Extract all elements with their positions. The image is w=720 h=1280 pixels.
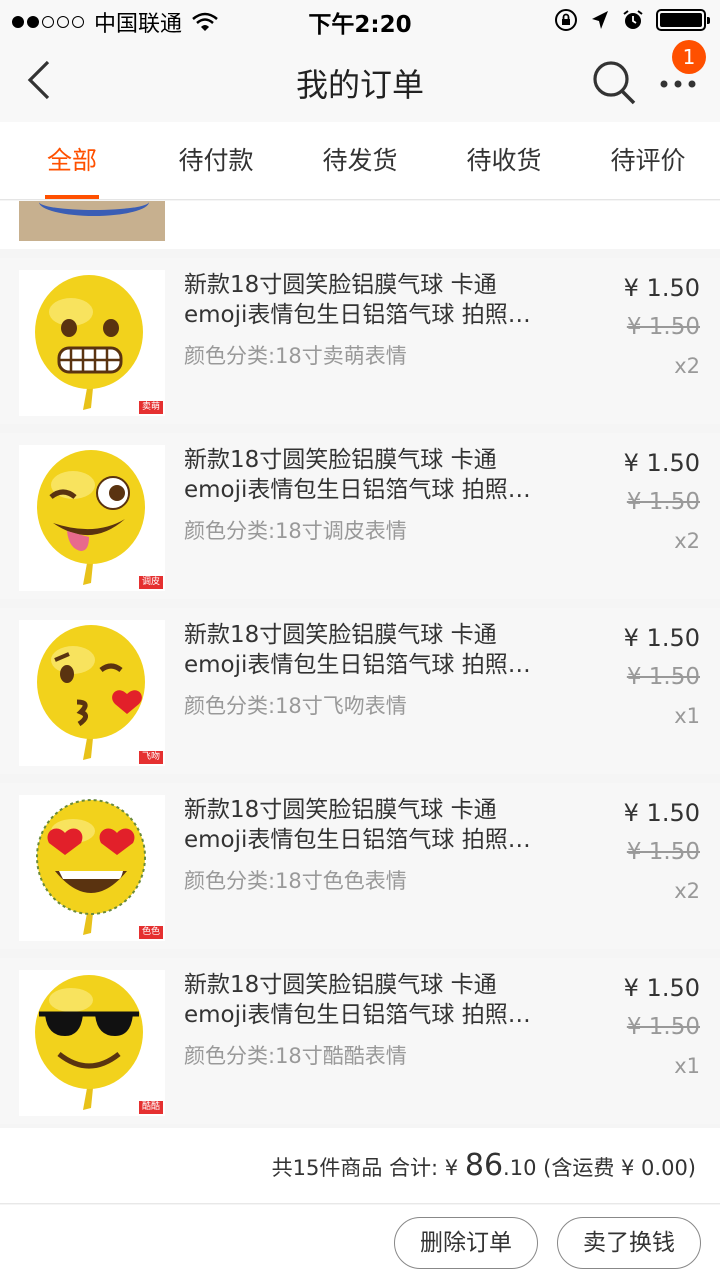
alarm-icon (623, 10, 643, 29)
list-item[interactable]: 飞吻 新款18寸圆笑脸铝膜气球 卡通 emoji表情包生日铝箔气球 拍照… 颜色… (0, 608, 720, 774)
product-price: ¥ 1.50 (623, 624, 700, 652)
product-title[interactable]: 新款18寸圆笑脸铝膜气球 卡通 emoji表情包生日铝箔气球 拍照… (184, 970, 574, 1030)
original-price: ¥ 1.50 (626, 839, 700, 865)
variant-tag: 飞吻 (138, 751, 163, 764)
status-bar: 中国联通 下午2:20 (0, 0, 720, 40)
delete-order-button[interactable]: 删除订单 (394, 1217, 538, 1269)
variant-tag: 酷酷 (138, 1101, 163, 1114)
product-variant: 颜色分类:18寸卖萌表情 (184, 344, 407, 368)
product-title[interactable]: 新款18寸圆笑脸铝膜气球 卡通 emoji表情包生日铝箔气球 拍照… (184, 445, 574, 505)
sunglasses-emoji-balloon-icon (35, 975, 143, 1110)
total-integer: 86 (464, 1148, 504, 1183)
product-thumbnail: 卖萌 (19, 270, 165, 416)
product-variant: 颜色分类:18寸色色表情 (184, 869, 407, 893)
original-price: ¥ 1.50 (626, 1014, 700, 1040)
shipping-fee: (含运费 ¥ 0.00) (543, 1156, 696, 1180)
product-thumbnail (19, 201, 165, 241)
grimace-emoji-balloon-icon (35, 275, 143, 410)
product-variant: 颜色分类:18寸飞吻表情 (184, 694, 407, 718)
total-decimal: .10 (503, 1156, 537, 1180)
original-price: ¥ 1.50 (626, 489, 700, 515)
order-summary: 共15件商品 合计: ¥ 86.10 (含运费 ¥ 0.00) (0, 1128, 720, 1204)
status-right (554, 8, 710, 32)
tab-pending-payment[interactable]: 待付款 (144, 122, 288, 199)
list-item[interactable]: 色色 新款18寸圆笑脸铝膜气球 卡通 emoji表情包生日铝箔气球 拍照… 颜色… (0, 783, 720, 949)
product-price: ¥ 1.50 (623, 974, 700, 1002)
variant-tag: 色色 (138, 926, 163, 939)
product-price: ¥ 1.50 (623, 274, 700, 302)
product-title[interactable]: 新款18寸圆笑脸铝膜气球 卡通 emoji表情包生日铝箔气球 拍照… (184, 270, 574, 330)
tab-pending-review[interactable]: 待评价 (576, 122, 720, 199)
product-thumbnail: 飞吻 (19, 620, 165, 766)
sell-item-button[interactable]: 卖了换钱 (557, 1217, 701, 1269)
item-count-label: 共15件商品 合计: (271, 1156, 439, 1180)
order-actions: 删除订单 卖了换钱 (0, 1205, 720, 1280)
order-tabs: 全部 待付款 待发货 待收货 待评价 (0, 122, 720, 200)
location-arrow-icon (592, 11, 608, 29)
variant-tag: 调皮 (138, 576, 163, 589)
list-item[interactable]: 调皮 新款18寸圆笑脸铝膜气球 卡通 emoji表情包生日铝箔气球 拍照… 颜色… (0, 433, 720, 599)
product-thumbnail: 色色 (19, 795, 165, 941)
order-item-list: 卖萌 新款18寸圆笑脸铝膜气球 卡通 emoji表情包生日铝箔气球 拍照… 颜色… (0, 258, 720, 1133)
rotation-lock-icon (555, 9, 577, 31)
product-quantity: x1 (674, 704, 700, 728)
battery-icon (656, 9, 710, 31)
original-price: ¥ 1.50 (626, 314, 700, 340)
product-thumbnail: 调皮 (19, 445, 165, 591)
order-total: 共15件商品 合计: ¥ 86.10 (含运费 ¥ 0.00) (272, 1148, 696, 1183)
list-item-partial[interactable] (0, 201, 720, 249)
currency-symbol: ¥ (444, 1156, 459, 1180)
product-price: ¥ 1.50 (623, 799, 700, 827)
product-quantity: x1 (674, 1054, 700, 1078)
kiss-emoji-balloon-icon (37, 625, 145, 760)
product-variant: 颜色分类:18寸调皮表情 (184, 519, 407, 543)
notification-badge: 1 (672, 40, 706, 74)
product-quantity: x2 (674, 879, 700, 903)
list-item[interactable]: 酷酷 新款18寸圆笑脸铝膜气球 卡通 emoji表情包生日铝箔气球 拍照… 颜色… (0, 958, 720, 1124)
original-price: ¥ 1.50 (626, 664, 700, 690)
variant-tag: 卖萌 (138, 401, 163, 414)
tab-pending-receipt[interactable]: 待收货 (432, 122, 576, 199)
product-title[interactable]: 新款18寸圆笑脸铝膜气球 卡通 emoji表情包生日铝箔气球 拍照… (184, 620, 574, 680)
heart-eyes-emoji-balloon-icon (36, 799, 146, 935)
product-quantity: x2 (674, 354, 700, 378)
product-variant: 颜色分类:18寸酷酷表情 (184, 1044, 407, 1068)
tab-all[interactable]: 全部 (0, 122, 144, 199)
nav-bar: 我的订单 1 (0, 40, 720, 122)
list-item[interactable]: 卖萌 新款18寸圆笑脸铝膜气球 卡通 emoji表情包生日铝箔气球 拍照… 颜色… (0, 258, 720, 424)
product-thumbnail: 酷酷 (19, 970, 165, 1116)
product-title[interactable]: 新款18寸圆笑脸铝膜气球 卡通 emoji表情包生日铝箔气球 拍照… (184, 795, 574, 855)
wink-tongue-emoji-balloon-icon (37, 450, 145, 585)
product-price: ¥ 1.50 (623, 449, 700, 477)
tab-pending-shipment[interactable]: 待发货 (288, 122, 432, 199)
search-icon[interactable] (590, 58, 638, 106)
product-quantity: x2 (674, 529, 700, 553)
